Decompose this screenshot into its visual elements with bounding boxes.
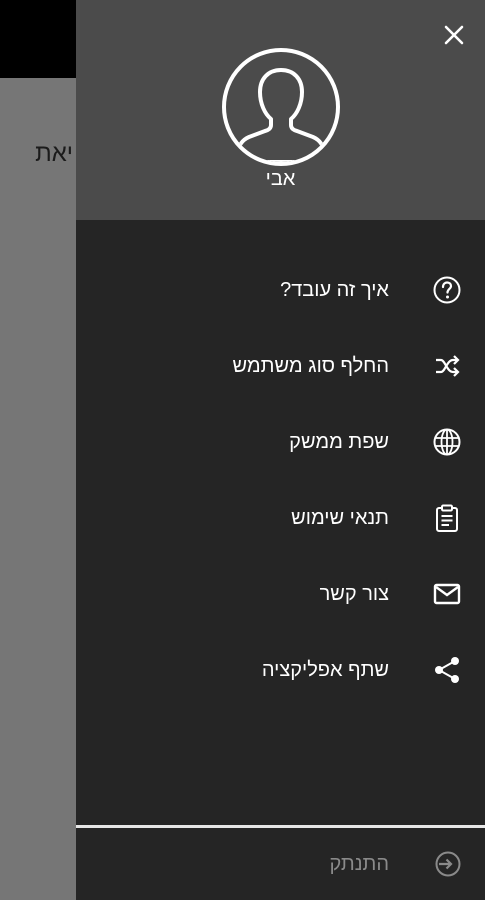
menu-item-contact[interactable]: צור קשר [76, 556, 485, 632]
menu-item-label: החלף סוג משתמש [232, 354, 389, 377]
background-text: יאת [35, 140, 73, 167]
menu-item-interface-language[interactable]: שפת ממשק [76, 404, 485, 480]
menu-item-share-app[interactable]: שתף אפליקציה [76, 632, 485, 708]
user-silhouette-icon [236, 68, 326, 162]
menu-item-label: תנאי שימוש [291, 506, 389, 529]
menu-item-terms-of-use[interactable]: תנאי שימוש [76, 480, 485, 556]
globe-icon [431, 426, 463, 458]
help-circle-icon [431, 274, 463, 306]
close-icon [444, 25, 464, 45]
drawer-menu: איך זה עובד? החלף סוג משתמש שפת ממשק תנא… [76, 252, 485, 708]
user-name: אבי [265, 168, 296, 190]
menu-item-label: שתף אפליקציה [261, 658, 389, 681]
mail-icon [431, 578, 463, 610]
menu-item-switch-user-type[interactable]: החלף סוג משתמש [76, 328, 485, 404]
share-icon [431, 654, 463, 686]
clipboard-icon [431, 502, 463, 534]
logout-icon [431, 848, 463, 880]
menu-item-label: צור קשר [319, 582, 389, 605]
logout-label: התנתק [329, 853, 390, 875]
drawer-header: אבי [76, 0, 485, 220]
navigation-drawer: אבי איך זה עובד? החלף סוג משתמש שפת ממשק… [76, 0, 485, 900]
logout-button[interactable]: התנתק [76, 828, 485, 900]
menu-item-how-it-works[interactable]: איך זה עובד? [76, 252, 485, 328]
menu-item-label: שפת ממשק [289, 430, 389, 453]
avatar [222, 48, 340, 166]
shuffle-icon [431, 350, 463, 382]
menu-item-label: איך זה עובד? [280, 278, 389, 301]
close-button[interactable] [437, 18, 471, 52]
